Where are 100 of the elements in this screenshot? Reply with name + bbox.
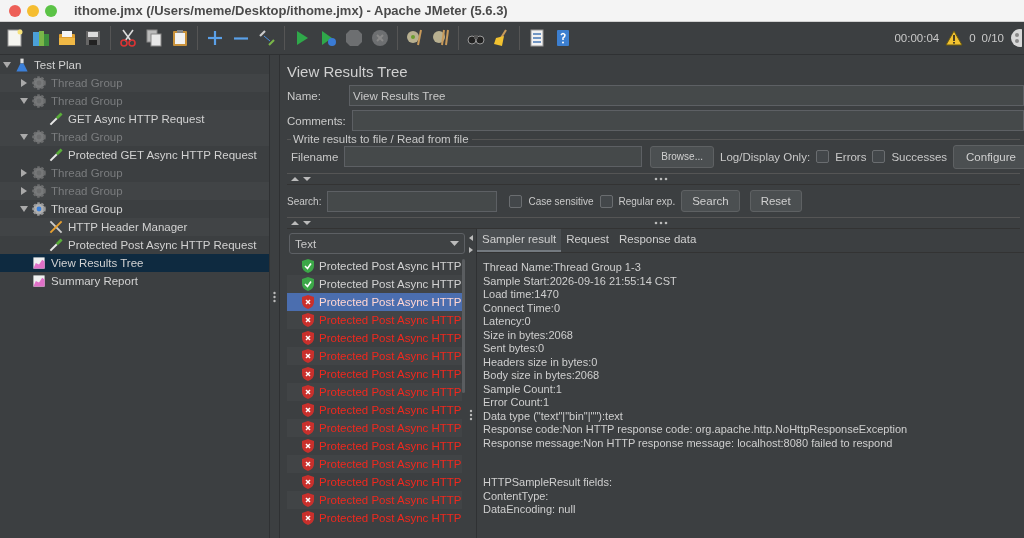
list-icon xyxy=(527,28,547,48)
field-label: Comments: xyxy=(287,114,346,127)
pipettes-icon xyxy=(257,28,277,48)
drag-handle-icon[interactable] xyxy=(653,221,668,225)
result-detail-line: Error Count:1 xyxy=(483,396,551,410)
result-detail-line: ContentType: xyxy=(483,489,550,503)
renderer-dropdown[interactable]: Text xyxy=(289,233,465,254)
new-file-icon xyxy=(5,28,25,48)
drag-handle-icon[interactable] xyxy=(653,177,668,181)
result-detail-line: Size in bytes:2068 xyxy=(483,328,574,342)
field-label: Log/Display Only: xyxy=(720,150,811,163)
checkbox[interactable] xyxy=(509,194,523,208)
field-label: Filename xyxy=(291,150,339,163)
checkbox[interactable] xyxy=(599,194,613,208)
gear-icon xyxy=(31,129,47,145)
globe-icon xyxy=(1010,28,1022,48)
result-item[interactable]: Protected Post Async HTTP xyxy=(287,275,462,293)
browse-button[interactable]: Browse... xyxy=(650,145,714,168)
collapse-expand-arrows-icon[interactable] xyxy=(467,234,474,254)
tree-label: Thread Group xyxy=(51,167,123,179)
field-label: Name: xyxy=(287,89,322,102)
name-field[interactable]: View Results Tree xyxy=(349,85,1024,106)
result-detail-line: Sample Count:1 xyxy=(483,382,563,396)
checkbox-label: Regular exp. xyxy=(618,195,676,207)
result-detail-line: Load time:1470 xyxy=(483,288,560,302)
tree-label: Thread Group xyxy=(51,77,123,89)
tree-item[interactable]: View Results Tree xyxy=(0,254,269,272)
field-label: Search: xyxy=(287,195,322,207)
result-detail-line: Response code:Non HTTP response code: org.apache.http.NoHttpResponseException xyxy=(483,423,909,437)
tools-icon xyxy=(48,219,64,235)
stop-icon xyxy=(370,28,390,48)
filename-field[interactable] xyxy=(344,146,643,167)
checkbox[interactable] xyxy=(816,150,830,163)
collapse-arrow-icon[interactable] xyxy=(20,205,28,213)
result-detail-line: Headers size in bytes:0 xyxy=(483,355,599,369)
plus-icon xyxy=(208,31,222,45)
tree-label: Thread Group xyxy=(51,131,123,143)
tree-label: GET Async HTTP Request xyxy=(68,113,205,125)
pipette-icon xyxy=(48,237,64,253)
tree-label: View Results Tree xyxy=(51,257,144,269)
checkbox-label: Errors xyxy=(835,150,867,163)
minus-icon xyxy=(234,36,248,40)
collapse-expand-arrows-icon[interactable] xyxy=(291,220,311,226)
clipboard-icon xyxy=(170,28,190,48)
checkbox[interactable] xyxy=(872,150,886,163)
checkbox-label: Case sensitive xyxy=(528,195,594,207)
tree-label: Thread Group xyxy=(51,203,123,215)
gear-icon xyxy=(31,201,47,217)
result-detail-line: Body size in bytes:2068 xyxy=(483,369,601,383)
scissors-icon xyxy=(118,28,138,48)
collapse-arrow-icon[interactable] xyxy=(3,61,11,69)
gear-icon xyxy=(31,165,47,181)
tree-label: Protected Post Async HTTP Request xyxy=(68,239,257,251)
panel-title: View Results Tree xyxy=(287,63,409,82)
tab[interactable]: Request xyxy=(561,228,614,252)
result-detail-line: Thread Name:Thread Group 1-3 xyxy=(483,261,642,275)
chart-icon xyxy=(31,255,47,271)
chart-icon xyxy=(31,273,47,289)
window-title: ithome.jmx (/Users/meme/Desktop/ithome.jmx) - Apache JMeter (5.6.3) xyxy=(74,3,508,18)
gear-icon xyxy=(31,183,47,199)
drag-handle-icon[interactable] xyxy=(468,409,473,421)
stop-icon xyxy=(344,28,364,48)
search-button[interactable]: Search xyxy=(681,190,740,212)
result-detail-line: Connect Time:0 xyxy=(483,301,562,315)
tab[interactable]: Response data xyxy=(614,228,702,252)
elapsed-time: 00:00:04 xyxy=(894,32,940,44)
warning-icon[interactable] xyxy=(945,30,964,46)
drag-handle-icon[interactable] xyxy=(273,290,276,303)
group-title: Write results to file / Read from file xyxy=(291,133,472,145)
search-field[interactable] xyxy=(327,190,498,212)
result-detail-line: HTTPSampleResult fields: xyxy=(483,476,613,490)
tree-label: Protected GET Async HTTP Request xyxy=(68,149,257,161)
tree-label: Thread Group xyxy=(51,95,123,107)
gear-icon xyxy=(31,75,47,91)
tree-label: Summary Report xyxy=(51,275,138,287)
comments-field[interactable] xyxy=(351,110,1024,131)
pipette-icon xyxy=(48,147,64,163)
result-detail-line: Data type ("text"|"bin"|""):text xyxy=(483,409,624,423)
result-detail-line: Response message:Non HTTP response message: localhost:8080 failed to respond xyxy=(483,436,894,450)
gear-icon xyxy=(31,93,47,109)
result-detail-line: Sent bytes:0 xyxy=(483,342,546,356)
tree-label: HTTP Header Manager xyxy=(68,221,188,233)
result-detail-line: Sample Start:2026-09-16 21:55:14 CST xyxy=(483,274,678,288)
books-icon xyxy=(31,28,51,48)
configure-button[interactable]: Configure xyxy=(953,144,1024,169)
flask-icon xyxy=(14,57,30,73)
reset-button[interactable]: Reset xyxy=(749,190,802,212)
thread-count: 0/10 xyxy=(981,32,1004,44)
tab[interactable]: Sampler result xyxy=(477,228,562,252)
tree-item[interactable]: HTTP Header Manager xyxy=(0,218,269,236)
checkbox-label: Successes xyxy=(891,150,948,163)
warning-count: 0 xyxy=(969,32,976,44)
gear-broom-icon xyxy=(431,28,451,48)
result-detail-line: Latency:0 xyxy=(483,315,532,329)
open-folder-icon xyxy=(57,28,77,48)
result-item[interactable]: Protected Post Async HTTP xyxy=(287,293,462,311)
result-detail-line: DataEncoding: null xyxy=(483,503,577,517)
close-button[interactable] xyxy=(9,4,21,17)
collapse-expand-arrows-icon[interactable] xyxy=(291,176,311,182)
tree-label: Thread Group xyxy=(51,185,123,197)
